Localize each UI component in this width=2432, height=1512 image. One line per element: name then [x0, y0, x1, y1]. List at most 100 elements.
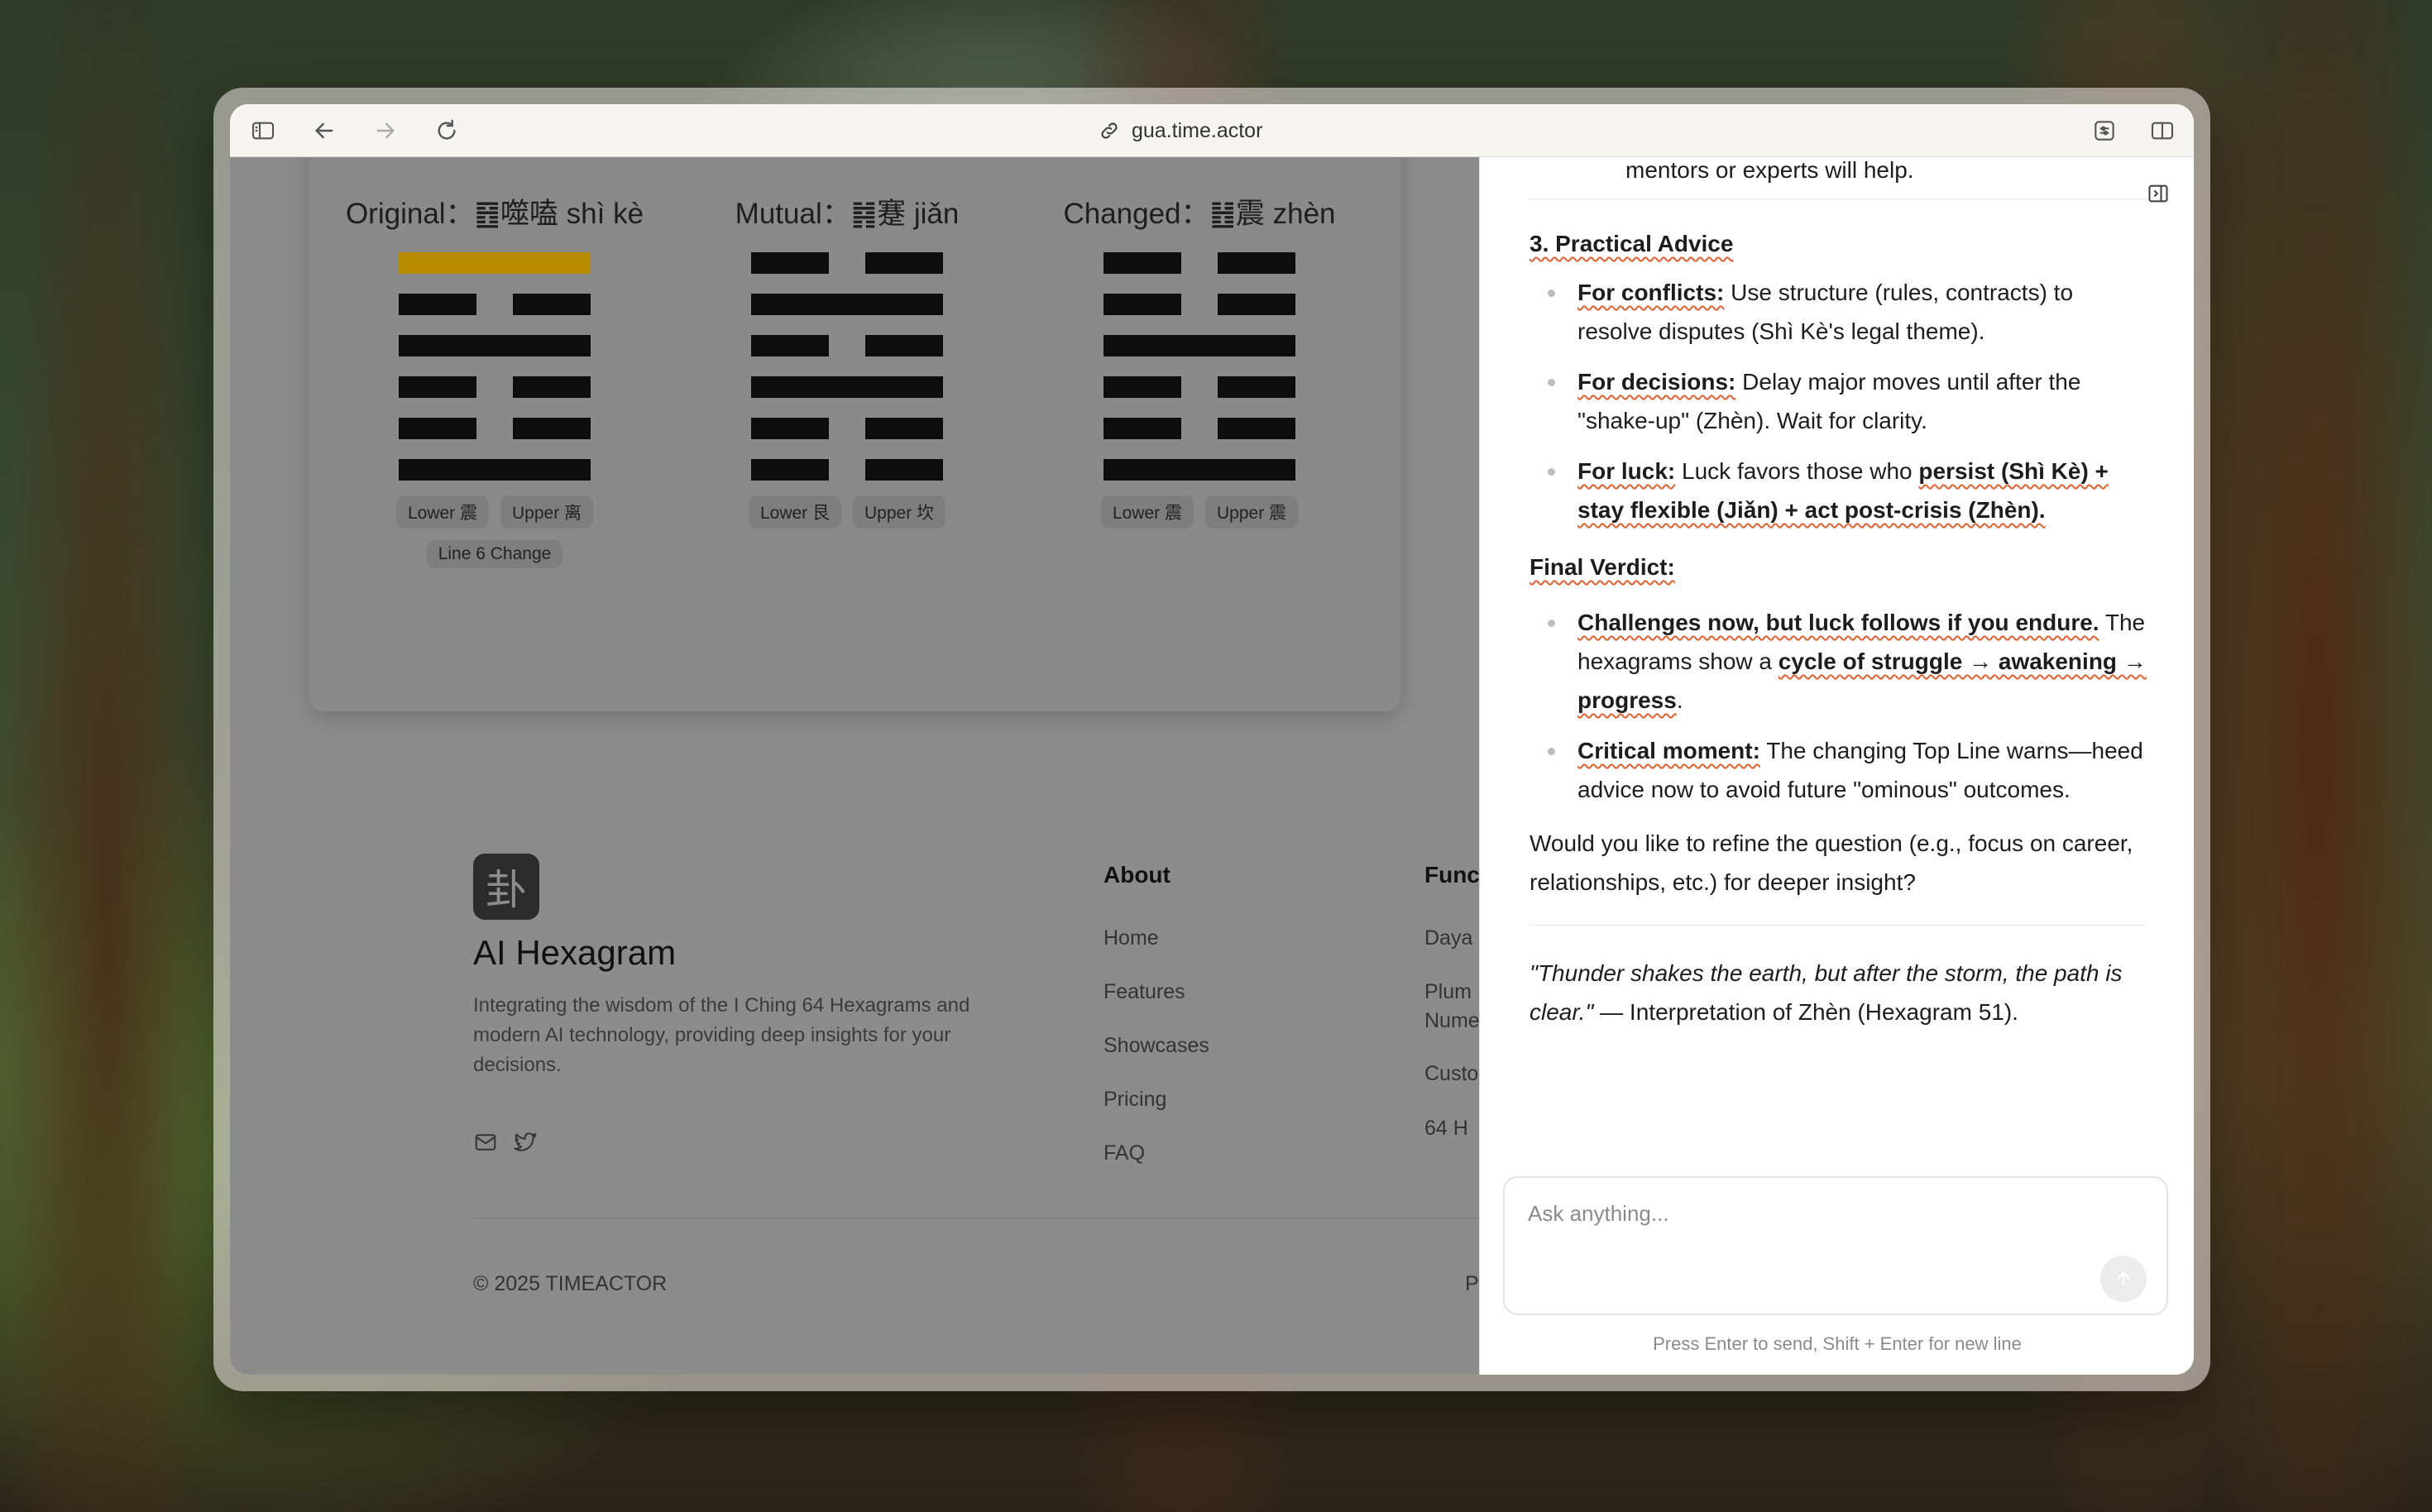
line-segment	[513, 294, 591, 315]
line-segment	[751, 294, 943, 315]
copyright: © 2025 TIMEACTOR	[473, 1272, 668, 1295]
hexagram-line-3-yang	[751, 376, 943, 398]
chat-input[interactable]	[1528, 1201, 2107, 1227]
upper-trigram-tag: Upper 坎	[853, 495, 946, 529]
line-segment	[865, 459, 943, 481]
verdict-emphasis: Challenges now, but luck follows if you …	[1577, 610, 2099, 635]
hexagram-line-5-yang	[751, 294, 943, 315]
hexagram-line-4-yang	[1103, 335, 1295, 356]
url-text: gua.time.actor	[1132, 118, 1263, 142]
line-segment	[513, 376, 591, 398]
verdict-list: Challenges now, but luck follows if you …	[1530, 603, 2147, 809]
chat-message: mentors or experts will help. 3. Practic…	[1530, 157, 2147, 1031]
link-icon	[1101, 122, 1118, 139]
line-segment	[751, 376, 943, 398]
advice-label: For decisions:	[1577, 369, 1736, 395]
sidebar-toggle-icon[interactable]	[250, 117, 276, 144]
line-segment	[1218, 294, 1295, 315]
line-segment	[1103, 252, 1181, 274]
site-logo[interactable]: 卦	[473, 854, 539, 920]
advice-list: For conflicts: Use structure (rules, con…	[1530, 273, 2147, 529]
chat-input-box[interactable]	[1503, 1176, 2168, 1315]
hexagram-line-3-yin	[399, 376, 591, 398]
line-segment	[399, 335, 591, 356]
browser-viewport: gua.time.actor Original：䷔噬嗑 shì kè Lower…	[230, 104, 2194, 1375]
quote-attribution: — Interpretation of Zhèn (Hexagram 51).	[1593, 999, 2018, 1025]
hexagram-line-1-yang	[1103, 459, 1295, 481]
lower-trigram-tag: Lower 震	[395, 495, 489, 529]
footer-link-func-2[interactable]: Plum	[1424, 980, 1472, 1004]
footer-link-showcases[interactable]: Showcases	[1103, 1034, 1209, 1058]
followup-question: Would you like to refine the question (e…	[1530, 830, 2133, 895]
list-item: For decisions: Delay major moves until a…	[1530, 362, 2147, 440]
twitter-icon[interactable]	[513, 1130, 538, 1155]
reload-icon[interactable]	[433, 117, 460, 144]
line-segment	[751, 418, 829, 439]
back-arrow-icon[interactable]	[311, 117, 338, 144]
message-divider	[1530, 925, 2147, 926]
mail-icon[interactable]	[473, 1130, 498, 1155]
hexagram-lines	[399, 252, 591, 481]
send-button[interactable]	[2100, 1256, 2147, 1302]
line-segment	[399, 252, 591, 274]
forward-arrow-icon[interactable]	[372, 117, 399, 144]
line-segment	[399, 418, 476, 439]
line-segment	[399, 294, 476, 315]
footer-functions-title: Func	[1424, 862, 1479, 888]
hexagram-line-2-yin	[751, 418, 943, 439]
hexagram-line-2-yin	[1103, 418, 1295, 439]
browser-toolbar: gua.time.actor	[230, 104, 2194, 157]
hexagram-title: Changed：䷲震 zhèn	[1063, 198, 1336, 230]
lower-trigram-tag: Lower 震	[1100, 495, 1194, 529]
line-segment	[865, 252, 943, 274]
hexagram-line-4-yin	[751, 335, 943, 356]
hexagram-line-5-yin	[1103, 294, 1295, 315]
hexagram-line-4-yang	[399, 335, 591, 356]
web-page: Original：䷔噬嗑 shì kè Lower 震 Upper 离 Line…	[230, 157, 1479, 1375]
footer-link-faq[interactable]: FAQ	[1103, 1141, 1145, 1165]
quote: "Thunder shakes the earth, but after the…	[1530, 954, 2147, 1031]
hexagram-line-6-yin	[1103, 252, 1295, 274]
line-segment	[1103, 459, 1295, 481]
line-segment	[865, 335, 943, 356]
line-segment	[1218, 376, 1295, 398]
footer-link-features[interactable]: Features	[1103, 980, 1185, 1004]
line-segment	[399, 376, 476, 398]
split-view-icon[interactable]	[2149, 117, 2176, 144]
hexagram-line-2-yin	[399, 418, 591, 439]
hexagram-lines	[751, 252, 943, 481]
line-segment	[865, 418, 943, 439]
extension-icon[interactable]	[2091, 117, 2118, 144]
brand-tagline: Integrating the wisdom of the I Ching 64…	[473, 994, 970, 1076]
arrow-up-icon	[2117, 1271, 2130, 1286]
footer-link-func-2b[interactable]: Nume	[1424, 1009, 1479, 1033]
upper-trigram-tag: Upper 震	[1205, 495, 1299, 529]
footer-link-func-4[interactable]: 64 H	[1424, 1117, 1468, 1141]
line-segment	[1103, 376, 1181, 398]
hexagram-original: Original：䷔噬嗑 shì kè Lower 震 Upper 离 Line…	[329, 190, 660, 568]
collapse-panel-icon[interactable]	[2147, 182, 2170, 205]
line-segment	[751, 459, 829, 481]
hexagram-line-6-yang	[399, 252, 591, 274]
footer-link-func-3[interactable]: Custo	[1424, 1062, 1478, 1086]
footer-link-pricing[interactable]: Pricing	[1103, 1088, 1166, 1112]
list-item: Critical moment: The changing Top Line w…	[1530, 731, 2147, 809]
hexagram-lines	[1103, 252, 1295, 481]
footer-bottom-link[interactable]: P	[1465, 1272, 1479, 1296]
line-segment	[1103, 335, 1295, 356]
list-item: Challenges now, but luck follows if you …	[1530, 603, 2147, 720]
footer-link-home[interactable]: Home	[1103, 926, 1159, 950]
hexagram-line-6-yin	[751, 252, 943, 274]
line-segment	[1218, 418, 1295, 439]
list-item: For conflicts: Use structure (rules, con…	[1530, 273, 2147, 351]
address-bar[interactable]: gua.time.actor	[1099, 116, 1347, 146]
footer-link-func-1[interactable]: Daya	[1424, 926, 1472, 950]
advice-text: Luck favors those who	[1675, 458, 1919, 484]
upper-trigram-tag: Upper 离	[500, 495, 594, 529]
hexagram-line-1-yin	[751, 459, 943, 481]
hexagram-line-5-yin	[399, 294, 591, 315]
message-fragment: mentors or experts will help.	[1625, 157, 1914, 183]
verdict-end: .	[1676, 687, 1683, 713]
brand-name: AI Hexagram	[473, 933, 677, 972]
verdict-label: Critical moment:	[1577, 738, 1760, 763]
